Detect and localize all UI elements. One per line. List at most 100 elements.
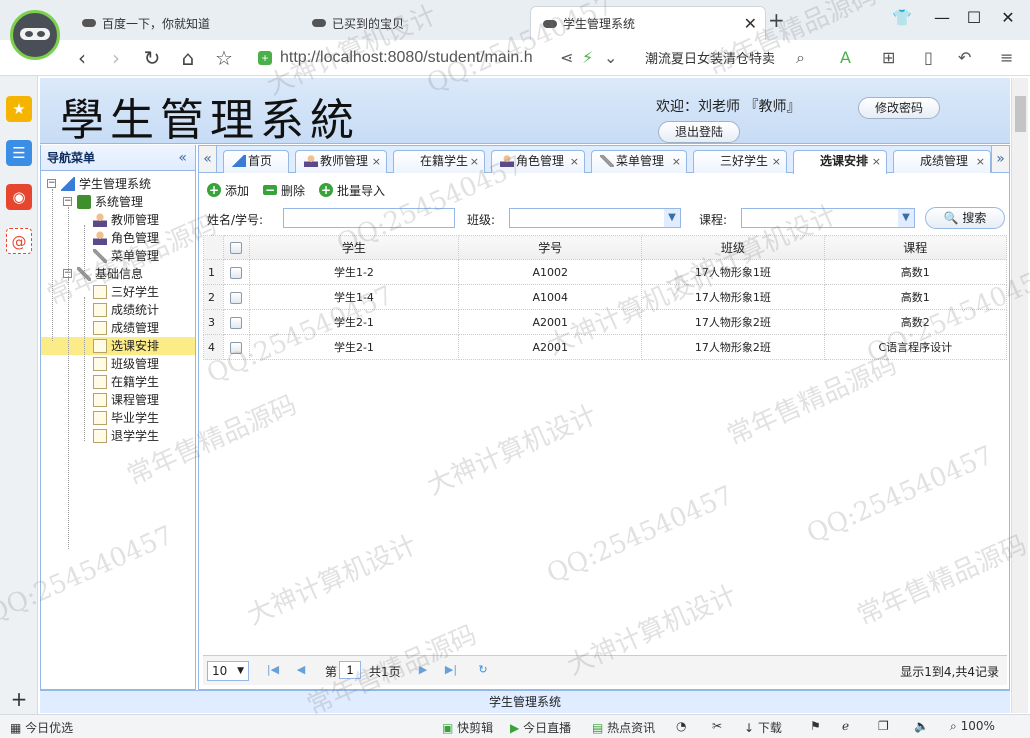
search-button[interactable]: 🔍 搜索 bbox=[925, 207, 1005, 229]
tree-item[interactable]: 成绩统计 bbox=[41, 301, 195, 319]
translate-icon[interactable]: A bbox=[840, 48, 851, 67]
chevron-down-icon[interactable]: ⌄ bbox=[604, 48, 617, 67]
tree-item[interactable]: − 学生管理系统 bbox=[41, 175, 195, 193]
collapse-toggle-icon[interactable]: − bbox=[47, 179, 56, 188]
minimize-button[interactable]: — bbox=[930, 8, 954, 27]
forward-button[interactable]: › bbox=[104, 46, 128, 70]
star-button[interactable]: ☆ bbox=[212, 46, 236, 70]
tree-item[interactable]: 三好学生 bbox=[41, 283, 195, 301]
collapse-toggle-icon[interactable]: − bbox=[63, 197, 72, 206]
page-number-input[interactable] bbox=[339, 661, 361, 679]
close-icon[interactable]: × bbox=[872, 151, 881, 172]
chevron-down-icon[interactable]: ▼ bbox=[898, 209, 914, 227]
search-icon[interactable]: ⌕ bbox=[796, 48, 805, 68]
close-icon[interactable]: × bbox=[372, 151, 381, 172]
last-page-icon[interactable]: ▶| bbox=[443, 662, 459, 678]
favorites-star-icon[interactable]: ★ bbox=[6, 96, 32, 122]
row-checkbox[interactable] bbox=[230, 266, 243, 279]
tree-item[interactable]: 角色管理 bbox=[41, 229, 195, 247]
status-ie-icon[interactable]: ℯ bbox=[842, 719, 849, 733]
new-tab-button[interactable]: + bbox=[768, 8, 785, 32]
mail-icon[interactable]: @ bbox=[6, 228, 32, 254]
row-checkbox-cell[interactable] bbox=[222, 334, 250, 360]
tree-item[interactable]: 菜单管理 bbox=[41, 247, 195, 265]
add-sidebar-button[interactable]: + bbox=[6, 686, 32, 712]
tree-item[interactable]: 课程管理 bbox=[41, 391, 195, 409]
close-icon[interactable]: × bbox=[570, 151, 579, 172]
row-checkbox-cell[interactable] bbox=[222, 259, 250, 285]
back-button[interactable]: ‹ bbox=[70, 46, 94, 70]
tab-scroll-right-icon[interactable]: » bbox=[991, 146, 1009, 172]
list-icon[interactable]: ☰ bbox=[6, 140, 32, 166]
tab-item[interactable]: 成绩管理 × bbox=[893, 150, 991, 173]
prev-page-icon[interactable]: ◀ bbox=[293, 662, 309, 678]
row-checkbox[interactable] bbox=[230, 341, 243, 354]
tab-item[interactable]: 选课安排 × bbox=[793, 150, 887, 174]
browser-tab-orders[interactable]: 已买到的宝贝 bbox=[300, 6, 520, 40]
status-today-picks[interactable]: ▦ 今日优选 bbox=[10, 719, 73, 736]
table-row[interactable]: 1 学生1-2 A1002 17人物形象1班 高数1 bbox=[203, 259, 1008, 285]
scrollbar-thumb[interactable] bbox=[1015, 96, 1026, 132]
row-checkbox[interactable] bbox=[230, 316, 243, 329]
status-quick-edit[interactable]: ▣ 快剪辑 bbox=[442, 719, 493, 736]
course-select[interactable] bbox=[741, 208, 915, 228]
tree-item[interactable]: 班级管理 bbox=[41, 355, 195, 373]
name-id-input[interactable] bbox=[283, 208, 455, 228]
tab-scroll-left-icon[interactable]: « bbox=[199, 146, 217, 172]
close-icon[interactable]: ✕ bbox=[744, 14, 757, 33]
browser-tab-student[interactable]: 学生管理系统 ✕ bbox=[530, 6, 766, 40]
class-select[interactable] bbox=[509, 208, 681, 228]
column-header-student[interactable]: 学生 bbox=[248, 235, 460, 260]
tree-item[interactable]: 在籍学生 bbox=[41, 373, 195, 391]
share-icon[interactable]: ⋖ bbox=[560, 48, 573, 67]
column-header-class[interactable]: 班级 bbox=[641, 235, 825, 260]
status-download[interactable]: ↓ 下载 bbox=[744, 719, 782, 736]
row-checkbox[interactable] bbox=[230, 291, 243, 304]
tree-item[interactable]: 毕业学生 bbox=[41, 409, 195, 427]
batch-import-button[interactable]: + 批量导入 bbox=[319, 182, 385, 199]
close-icon[interactable]: × bbox=[672, 151, 681, 172]
close-icon[interactable]: × bbox=[470, 151, 479, 172]
select-all-checkbox[interactable] bbox=[230, 242, 243, 254]
browser-tab-baidu[interactable]: 百度一下，你就知道 bbox=[70, 6, 290, 40]
row-checkbox-cell[interactable] bbox=[222, 284, 250, 310]
collapse-icon[interactable]: « bbox=[178, 145, 187, 171]
undo-icon[interactable]: ↶ bbox=[958, 48, 971, 67]
status-flag-icon[interactable]: ⚑ bbox=[810, 719, 821, 733]
home-button[interactable]: ⌂ bbox=[176, 46, 200, 70]
delete-button[interactable]: − 删除 bbox=[263, 182, 305, 199]
tab-item[interactable]: 角色管理 × bbox=[491, 150, 585, 173]
row-checkbox-cell[interactable] bbox=[222, 309, 250, 335]
tree-item[interactable]: − 系统管理 bbox=[41, 193, 195, 211]
apps-icon[interactable]: ⊞ bbox=[882, 48, 895, 67]
table-row[interactable]: 4 学生2-1 A2001 17人物形象2班 C语言程序设计 bbox=[203, 334, 1008, 360]
search-suggestion[interactable]: 潮流夏日女装清仓特卖 bbox=[645, 48, 775, 67]
tab-item[interactable]: 菜单管理 × bbox=[591, 150, 687, 173]
reader-icon[interactable]: ▯ bbox=[924, 48, 933, 67]
menu-icon[interactable]: ≡ bbox=[1000, 48, 1013, 67]
next-page-icon[interactable]: ▶ bbox=[415, 662, 431, 678]
maximize-button[interactable]: ☐ bbox=[962, 8, 986, 27]
column-header-course[interactable]: 课程 bbox=[823, 235, 1008, 260]
status-live[interactable]: ▶ 今日直播 bbox=[510, 719, 571, 736]
change-password-button[interactable]: 修改密码 bbox=[858, 97, 941, 119]
page-size-select[interactable]: 10 ▼ bbox=[207, 661, 249, 681]
tree-item[interactable]: − 基础信息 bbox=[41, 265, 195, 283]
close-icon[interactable]: × bbox=[976, 151, 985, 172]
window-close-button[interactable]: ✕ bbox=[996, 8, 1020, 27]
table-row[interactable]: 2 学生1-4 A1004 17人物形象1班 高数1 bbox=[203, 284, 1008, 310]
tree-item[interactable]: 成绩管理 bbox=[41, 319, 195, 337]
tab-item[interactable]: 三好学生 × bbox=[693, 150, 787, 173]
status-speed-icon[interactable]: ◔ bbox=[676, 719, 686, 733]
first-page-icon[interactable]: |◀ bbox=[265, 662, 281, 678]
status-sound-icon[interactable]: 🔈 bbox=[914, 719, 929, 733]
tab-item[interactable]: 在籍学生 × bbox=[393, 150, 485, 173]
column-header-id[interactable]: 学号 bbox=[458, 235, 643, 260]
table-row[interactable]: 3 学生2-1 A2001 17人物形象2班 高数2 bbox=[203, 309, 1008, 335]
status-news[interactable]: ▤ 热点资讯 bbox=[592, 719, 655, 736]
reload-button[interactable]: ↻ bbox=[140, 46, 164, 70]
status-tools-icon[interactable]: ✂ bbox=[712, 719, 722, 733]
lightning-icon[interactable]: ⚡ bbox=[582, 48, 593, 67]
tree-item[interactable]: 教师管理 bbox=[41, 211, 195, 229]
close-icon[interactable]: × bbox=[772, 151, 781, 172]
